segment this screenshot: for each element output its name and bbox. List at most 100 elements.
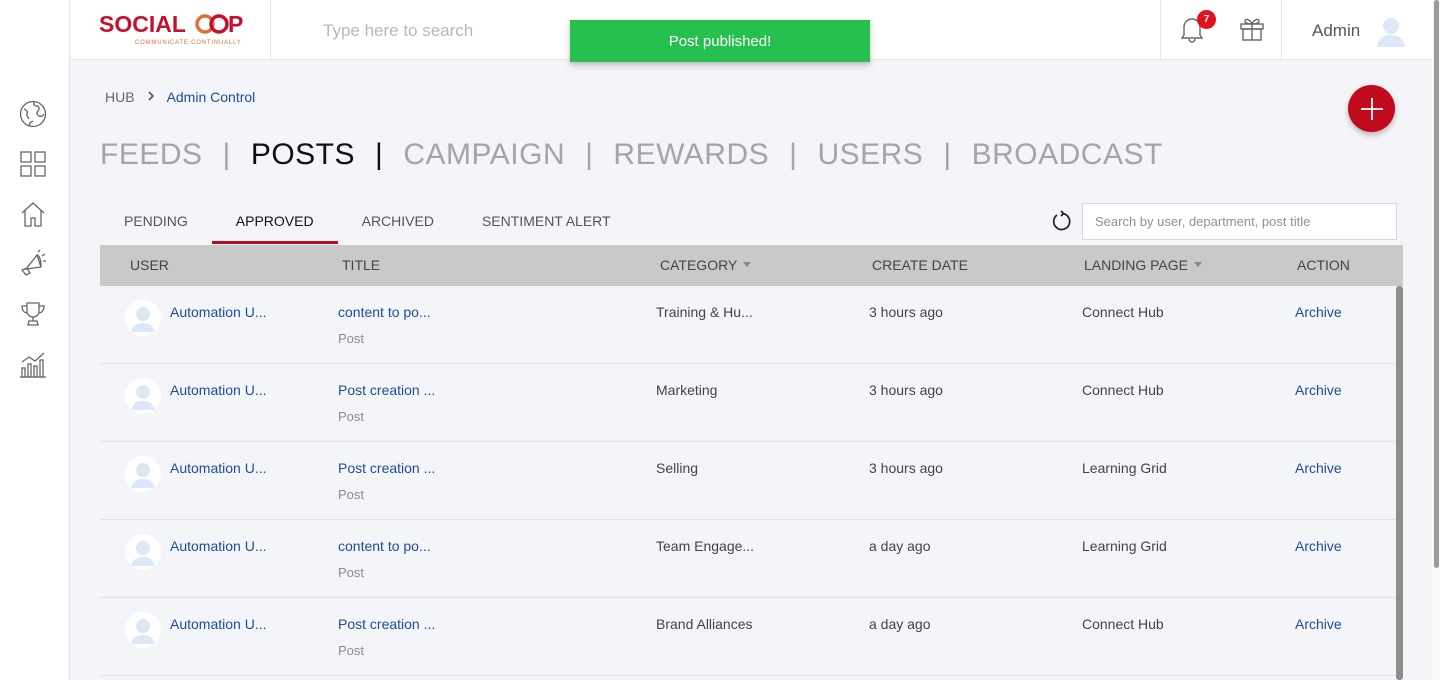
row-type: Post [338,487,365,502]
table-row: Automation U... Post creation ... Post M… [100,364,1396,442]
tab-separator: | [375,138,384,171]
row-landing-page: Connect Hub [1082,304,1164,320]
add-button[interactable] [1348,85,1395,132]
row-type: Post [338,331,365,346]
row-create-date: 3 hours ago [869,304,943,320]
archive-button[interactable]: Archive [1295,382,1342,398]
column-landing-page[interactable]: LANDING PAGE [1084,245,1202,286]
tab-users[interactable]: USERS [817,138,923,172]
row-category: Marketing [656,382,718,398]
row-category: Selling [656,460,699,476]
table-row: Automation U... Post creation ... Post S… [100,442,1396,520]
row-category: Training & Hu... [656,304,753,320]
topbar-divider [1281,0,1282,60]
tab-separator: | [222,138,231,171]
column-landing-page-label: LANDING PAGE [1084,257,1188,273]
row-user[interactable]: Automation U... [170,304,267,320]
brand-logo[interactable]: SOCIAL P COMMUNICATE CONTINUALLY [99,10,269,50]
user-avatar-icon [125,534,161,570]
row-user[interactable]: Automation U... [170,616,267,632]
tab-broadcast[interactable]: BROADCAST [972,138,1163,172]
tab-separator: | [585,138,594,171]
column-title: TITLE [342,257,381,273]
tab-separator: | [789,138,798,171]
user-avatar-icon[interactable] [1376,16,1406,48]
column-category[interactable]: CATEGORY [660,245,752,286]
subtab-pending[interactable]: PENDING [100,204,212,244]
table-search-input[interactable] [1082,203,1397,240]
table-row: Automation U... Post creation ... Post B… [100,598,1396,676]
row-create-date: a day ago [869,616,931,632]
row-type: Post [338,409,365,424]
table-row: Automation U... content to po... Post Tr… [100,286,1396,364]
tab-campaign[interactable]: CAMPAIGN [403,138,565,172]
svg-text:P: P [228,11,243,37]
row-user[interactable]: Automation U... [170,460,267,476]
archive-button[interactable]: Archive [1295,538,1342,554]
row-title[interactable]: Post creation ... [338,382,435,398]
topbar-divider [1160,0,1161,60]
left-nav [0,0,70,680]
subtab-sentiment-alert[interactable]: SENTIMENT ALERT [458,204,635,244]
breadcrumb-chevron-icon [147,89,155,105]
plus-icon [1360,97,1383,120]
user-name[interactable]: Admin [1312,21,1360,41]
row-landing-page: Connect Hub [1082,616,1164,632]
archive-button[interactable]: Archive [1295,616,1342,632]
row-landing-page: Connect Hub [1082,382,1164,398]
sub-tabs: PENDING APPROVED ARCHIVED SENTIMENT ALER… [100,204,635,244]
tab-posts[interactable]: POSTS [251,138,355,172]
analytics-icon[interactable] [18,349,48,379]
row-title[interactable]: content to po... [338,304,431,320]
archive-button[interactable]: Archive [1295,460,1342,476]
success-toast: Post published! [570,20,870,62]
row-create-date: 3 hours ago [869,460,943,476]
tab-separator: | [943,138,952,171]
table-scrollbar[interactable] [1396,286,1403,680]
svg-text:COMMUNICATE CONTINUALLY: COMMUNICATE CONTINUALLY [135,40,242,46]
row-user[interactable]: Automation U... [170,538,267,554]
notification-count-badge: 7 [1197,10,1216,29]
grid-icon[interactable] [18,149,48,179]
brand-logo-graphic: SOCIAL P COMMUNICATE CONTINUALLY [99,11,243,46]
table-row: Automation U... content to po... Post Te… [100,520,1396,598]
gift-icon[interactable] [1239,16,1269,46]
user-avatar-icon [125,612,161,648]
row-title[interactable]: Post creation ... [338,616,435,632]
row-create-date: 3 hours ago [869,382,943,398]
table-header: USER TITLE CATEGORY CREATE DATE LANDING … [100,245,1403,286]
column-action: ACTION [1297,257,1350,273]
column-user: USER [130,257,169,273]
row-title[interactable]: Post creation ... [338,460,435,476]
megaphone-icon[interactable] [18,249,48,279]
subtab-approved[interactable]: APPROVED [211,204,338,244]
column-create-date: CREATE DATE [872,257,968,273]
archive-button[interactable]: Archive [1295,304,1342,320]
globe-icon[interactable] [18,99,48,129]
row-create-date: a day ago [869,538,931,554]
row-user[interactable]: Automation U... [170,382,267,398]
breadcrumb-hub[interactable]: HUB [105,89,135,105]
refresh-icon[interactable] [1051,210,1075,234]
page-scrollbar[interactable] [1434,0,1439,568]
breadcrumb: HUB Admin Control [105,89,255,105]
row-category: Brand Alliances [656,616,753,632]
tab-rewards[interactable]: REWARDS [613,138,769,172]
trophy-icon[interactable] [18,299,48,329]
home-icon[interactable] [18,199,48,229]
row-title[interactable]: content to po... [338,538,431,554]
breadcrumb-current: Admin Control [166,89,256,105]
user-avatar-icon [125,456,161,492]
topbar-divider [270,0,271,60]
sort-caret-icon [1194,261,1202,267]
row-type: Post [338,565,365,580]
subtab-archived[interactable]: ARCHIVED [338,204,458,244]
row-category: Team Engage... [656,538,755,554]
user-avatar-icon [125,378,161,414]
column-category-label: CATEGORY [660,257,738,273]
tab-feeds[interactable]: FEEDS [100,138,203,172]
sort-caret-icon [743,261,752,267]
row-type: Post [338,643,365,658]
row-landing-page: Learning Grid [1082,460,1167,476]
svg-text:SOCIAL: SOCIAL [99,11,186,37]
